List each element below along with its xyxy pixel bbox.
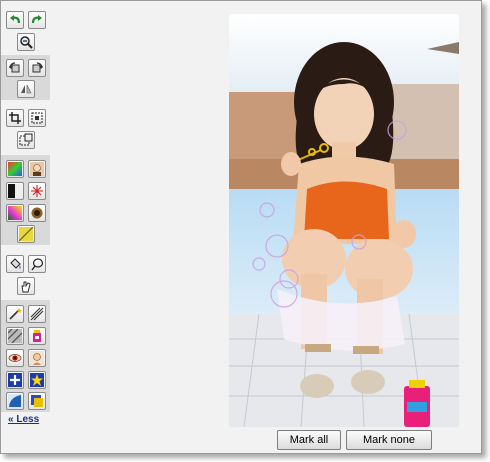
resize-icon[interactable] (28, 109, 46, 127)
curve-icon[interactable] (6, 392, 24, 410)
rotate-left-icon[interactable] (6, 59, 24, 77)
mark-all-button[interactable]: Mark all (277, 430, 341, 450)
redo-icon[interactable] (28, 11, 46, 29)
hue-icon[interactable] (6, 204, 24, 222)
zoom-out-icon[interactable] (17, 33, 35, 51)
star-icon[interactable] (28, 371, 46, 389)
canvas-icon[interactable] (17, 131, 35, 149)
editor-window: « Less Mark all Mark none (0, 0, 482, 454)
crop-icon[interactable] (6, 109, 24, 127)
hand-icon[interactable] (17, 277, 35, 295)
paint-can-icon[interactable] (28, 327, 46, 345)
wand-icon[interactable] (6, 305, 24, 323)
gradient-icon[interactable] (17, 225, 35, 243)
blur-icon[interactable] (28, 204, 46, 222)
brush-icon[interactable] (28, 305, 46, 323)
layer-icon[interactable] (28, 392, 46, 410)
add-icon[interactable] (6, 371, 24, 389)
mark-none-button[interactable]: Mark none (346, 430, 432, 450)
contrast-icon[interactable] (6, 182, 24, 200)
face-icon[interactable] (28, 349, 46, 367)
photo-preview (229, 14, 459, 427)
tool-palette: « Less (1, 1, 53, 453)
lasso-icon[interactable] (28, 255, 46, 273)
fill-bucket-icon[interactable] (6, 255, 24, 273)
portrait-icon[interactable] (28, 160, 46, 178)
undo-icon[interactable] (6, 11, 24, 29)
color-balance-icon[interactable] (6, 160, 24, 178)
sharpen-icon[interactable] (28, 182, 46, 200)
rotate-right-icon[interactable] (28, 59, 46, 77)
less-link[interactable]: « Less (8, 414, 39, 425)
eraser-icon[interactable] (6, 327, 24, 345)
red-eye-icon[interactable] (6, 349, 24, 367)
flip-icon[interactable] (17, 80, 35, 98)
